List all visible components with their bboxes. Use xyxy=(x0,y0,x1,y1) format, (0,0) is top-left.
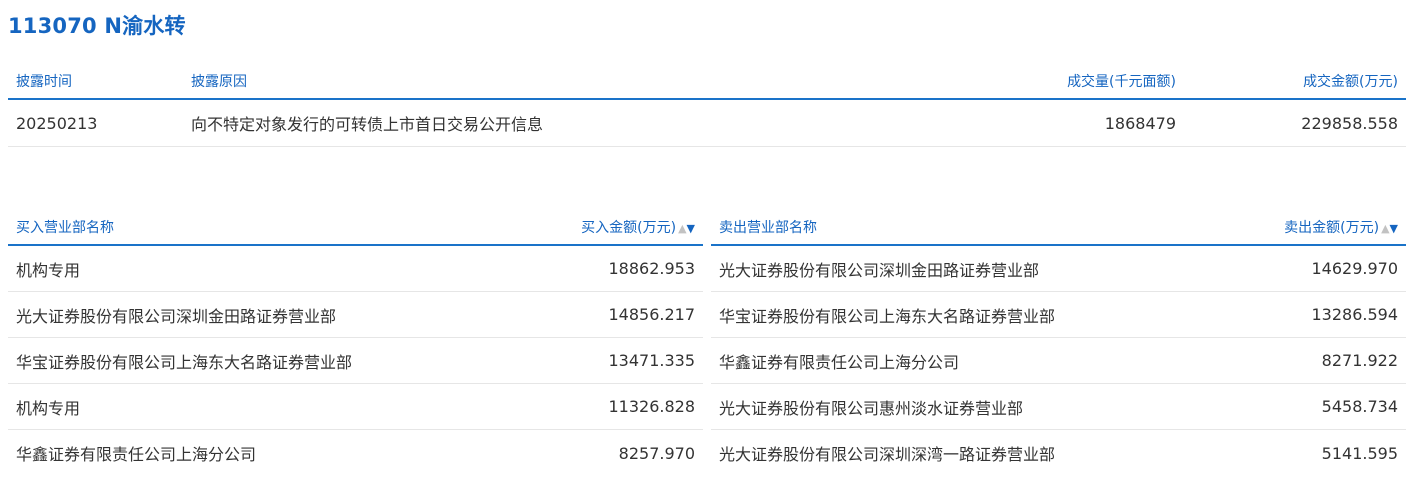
buy-table: 买入营业部名称 买入金额(万元) ▲ ▼ 机构专用 18862.953 光大证券股份… xyxy=(8,209,703,476)
sort-asc-icon[interactable]: ▲ xyxy=(678,222,686,235)
buy-branch-name: 光大证券股份有限公司深圳金田路证券营业部 xyxy=(16,306,337,326)
buy-amount: 14856.217 xyxy=(608,305,695,324)
sell-amount: 13286.594 xyxy=(1311,305,1398,324)
buy-amount: 13471.335 xyxy=(608,351,695,370)
disclosure-reason: 向不特定对象发行的可转债上市首日交易公开信息 xyxy=(191,115,544,134)
sort-toggle-icon[interactable]: ▲ ▼ xyxy=(678,222,695,235)
buy-amount: 18862.953 xyxy=(608,259,695,278)
header-buy-amount[interactable]: 买入金额(万元) ▲ ▼ xyxy=(581,217,695,237)
table-row: 机构专用 11326.828 xyxy=(8,384,703,430)
header-amount: 成交金额(万元) xyxy=(1303,73,1398,90)
table-row: 华宝证券股份有限公司上海东大名路证券营业部 13286.594 xyxy=(711,292,1406,338)
disclosure-volume: 1868479 xyxy=(1104,113,1176,133)
sell-amount: 5141.595 xyxy=(1321,443,1398,463)
buy-table-header: 买入营业部名称 买入金额(万元) ▲ ▼ xyxy=(8,209,703,246)
disclosure-table: 披露时间 披露原因 成交量(千元面额) 成交金额(万元) 20250213 向不… xyxy=(8,63,1406,147)
table-row: 光大证券股份有限公司深圳金田路证券营业部 14629.970 xyxy=(711,246,1406,292)
sell-table: 卖出营业部名称 卖出金额(万元) ▲ ▼ 光大证券股份有限公司深圳金田路证券营业部 … xyxy=(711,209,1406,476)
buy-amount: 8257.970 xyxy=(618,443,695,463)
sell-branch-name: 光大证券股份有限公司深圳深湾一路证券营业部 xyxy=(719,445,1056,464)
sell-table-header: 卖出营业部名称 卖出金额(万元) ▲ ▼ xyxy=(711,209,1406,246)
table-row: 华鑫证券有限责任公司上海分公司 8257.970 xyxy=(8,430,703,476)
sell-branch-name: 华鑫证券有限责任公司上海分公司 xyxy=(719,352,960,372)
header-buy-amount-label: 买入金额(万元) xyxy=(581,219,677,236)
table-row: 20250213 向不特定对象发行的可转债上市首日交易公开信息 1868479 … xyxy=(8,100,1406,147)
buy-amount: 11326.828 xyxy=(608,397,695,416)
sell-branch-name: 光大证券股份有限公司深圳金田路证券营业部 xyxy=(719,260,1040,280)
sort-desc-icon[interactable]: ▼ xyxy=(1390,222,1398,235)
table-row: 光大证券股份有限公司惠州淡水证券营业部 5458.734 xyxy=(711,384,1406,430)
header-disclosure-date: 披露时间 xyxy=(16,73,72,90)
header-sell-name: 卖出营业部名称 xyxy=(719,219,817,236)
page-title: 113070 N渝水转 xyxy=(8,14,186,38)
header-sell-amount[interactable]: 卖出金额(万元) ▲ ▼ xyxy=(1284,217,1398,237)
header-sell-amount-label: 卖出金额(万元) xyxy=(1284,219,1380,236)
sell-amount: 5458.734 xyxy=(1321,397,1398,416)
table-row: 光大证券股份有限公司深圳金田路证券营业部 14856.217 xyxy=(8,292,703,338)
header-disclosure-reason: 披露原因 xyxy=(191,73,247,90)
table-row: 光大证券股份有限公司深圳深湾一路证券营业部 5141.595 xyxy=(711,430,1406,476)
sell-amount: 14629.970 xyxy=(1311,259,1398,278)
table-row: 机构专用 18862.953 xyxy=(8,246,703,292)
sell-branch-name: 华宝证券股份有限公司上海东大名路证券营业部 xyxy=(719,306,1056,326)
buy-branch-name: 华鑫证券有限责任公司上海分公司 xyxy=(16,445,257,464)
disclosure-header: 披露时间 披露原因 成交量(千元面额) 成交金额(万元) xyxy=(8,63,1406,100)
sell-amount: 8271.922 xyxy=(1321,351,1398,370)
table-row: 华鑫证券有限责任公司上海分公司 8271.922 xyxy=(711,338,1406,384)
table-row: 华宝证券股份有限公司上海东大名路证券营业部 13471.335 xyxy=(8,338,703,384)
disclosure-amount: 229858.558 xyxy=(1301,113,1398,133)
header-buy-name: 买入营业部名称 xyxy=(16,219,114,236)
buy-branch-name: 华宝证券股份有限公司上海东大名路证券营业部 xyxy=(16,352,353,372)
sort-asc-icon[interactable]: ▲ xyxy=(1381,222,1389,235)
sort-toggle-icon[interactable]: ▲ ▼ xyxy=(1381,222,1398,235)
header-volume: 成交量(千元面额) xyxy=(1067,73,1176,90)
sort-desc-icon[interactable]: ▼ xyxy=(687,222,695,235)
buy-branch-name: 机构专用 xyxy=(16,260,81,280)
sell-branch-name: 光大证券股份有限公司惠州淡水证券营业部 xyxy=(719,398,1024,418)
buy-branch-name: 机构专用 xyxy=(16,398,81,418)
disclosure-date: 20250213 xyxy=(16,113,98,133)
